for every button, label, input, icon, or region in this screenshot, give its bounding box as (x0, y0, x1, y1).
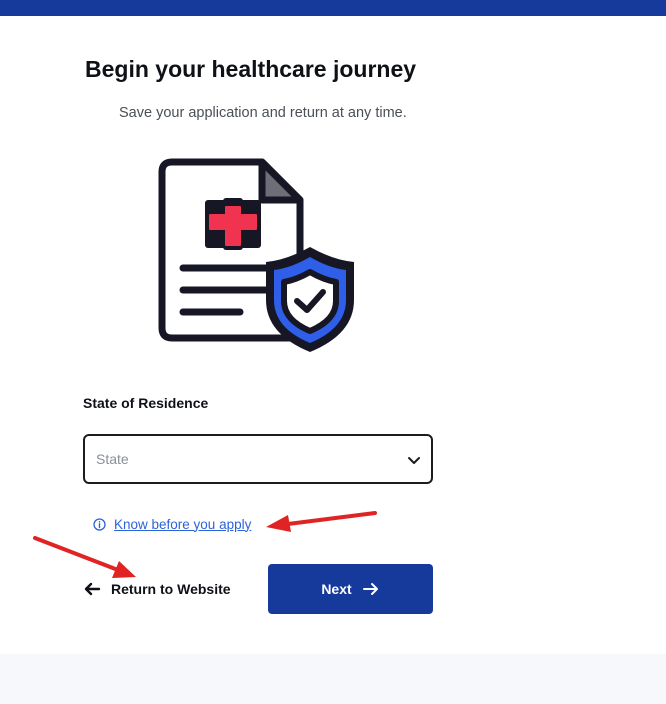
next-button-label: Next (321, 581, 352, 597)
info-icon (93, 517, 106, 531)
next-button[interactable]: Next (268, 564, 433, 614)
arrow-right-icon (362, 583, 378, 595)
state-select[interactable]: State (83, 434, 433, 484)
arrow-left-icon (84, 582, 101, 596)
know-before-you-apply-link[interactable]: Know before you apply (114, 517, 251, 532)
state-of-residence-label: State of Residence (83, 395, 209, 411)
know-before-you-apply-row: Know before you apply (93, 515, 251, 533)
page-subtitle: Save your application and return at any … (119, 105, 407, 121)
chevron-down-icon (408, 457, 420, 464)
return-to-website-button[interactable]: Return to Website (83, 578, 231, 600)
medical-document-shield-illustration (158, 158, 354, 352)
state-select-placeholder: State (96, 451, 129, 467)
return-to-website-label: Return to Website (111, 581, 231, 597)
page-title: Begin your healthcare journey (85, 56, 417, 82)
top-header-bar (0, 0, 666, 16)
